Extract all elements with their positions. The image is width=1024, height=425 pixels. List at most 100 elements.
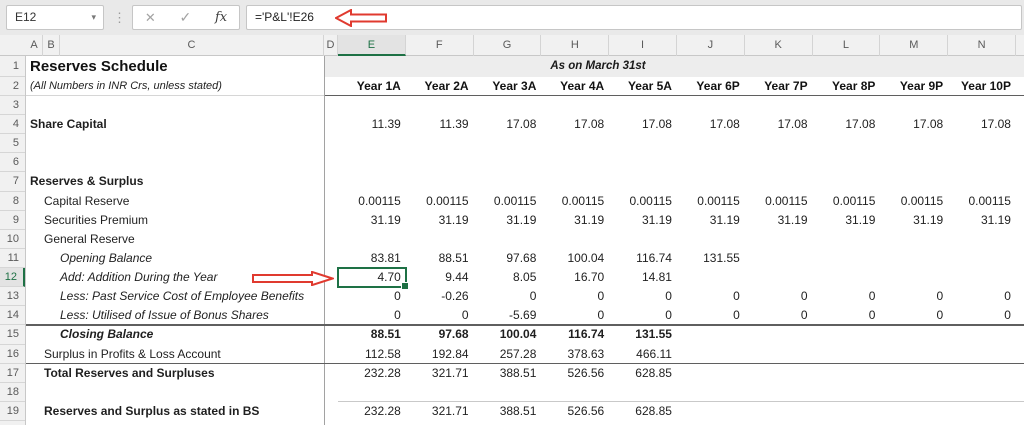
cell-F11[interactable]: 88.51 [406, 249, 474, 268]
cell-N8[interactable]: 0.00115 [948, 192, 1016, 211]
cell-H4[interactable]: 17.08 [541, 115, 609, 134]
cell-E4[interactable]: 11.39 [338, 115, 406, 134]
cell-I11[interactable]: 116.74 [609, 249, 677, 268]
cell-H12[interactable]: 16.70 [541, 268, 609, 287]
cell-J8[interactable]: 0.00115 [677, 192, 745, 211]
fill-handle[interactable] [401, 282, 409, 291]
row-label-8[interactable]: Capital Reserve [44, 192, 129, 211]
cell-I13[interactable]: 0 [609, 287, 677, 306]
cell-H19[interactable]: 526.56 [541, 402, 609, 421]
cell-J9[interactable]: 31.19 [677, 211, 745, 230]
cell-F2[interactable]: Year 2A [406, 77, 474, 96]
cell-E8[interactable]: 0.00115 [338, 192, 406, 211]
cell-K2[interactable]: Year 7P [745, 77, 813, 96]
selected-cell-outline[interactable] [336, 266, 409, 291]
cell-N9[interactable]: 31.19 [948, 211, 1016, 230]
cell-K8[interactable]: 0.00115 [745, 192, 813, 211]
cell-I19[interactable]: 628.85 [609, 402, 677, 421]
cell-G12[interactable]: 8.05 [474, 268, 542, 287]
cell-E2[interactable]: Year 1A [338, 77, 406, 96]
cell-H17[interactable]: 526.56 [541, 364, 609, 383]
row-label-16[interactable]: Surplus in Profits & Loss Account [44, 345, 221, 364]
row-label-11[interactable]: Opening Balance [60, 249, 152, 268]
row-label-14[interactable]: Less: Utilised of Issue of Bonus Shares [60, 306, 269, 325]
cell-L13[interactable]: 0 [813, 287, 881, 306]
row-label-13[interactable]: Less: Past Service Cost of Employee Bene… [60, 287, 304, 306]
cell-G17[interactable]: 388.51 [474, 364, 542, 383]
cell-G16[interactable]: 257.28 [474, 345, 542, 364]
cell-L9[interactable]: 31.19 [813, 211, 881, 230]
cell-H2[interactable]: Year 4A [541, 77, 609, 96]
cell-M4[interactable]: 17.08 [880, 115, 948, 134]
cell-E15[interactable]: 88.51 [338, 325, 406, 344]
cell-J4[interactable]: 17.08 [677, 115, 745, 134]
cell-E16[interactable]: 112.58 [338, 345, 406, 364]
cell-G8[interactable]: 0.00115 [474, 192, 542, 211]
cell-G4[interactable]: 17.08 [474, 115, 542, 134]
row-label-10[interactable]: General Reserve [44, 230, 135, 249]
cell-F14[interactable]: 0 [406, 306, 474, 325]
cell-I17[interactable]: 628.85 [609, 364, 677, 383]
cell-H13[interactable]: 0 [541, 287, 609, 306]
cell-E19[interactable]: 232.28 [338, 402, 406, 421]
cell-H16[interactable]: 378.63 [541, 345, 609, 364]
cell-L2[interactable]: Year 8P [813, 77, 881, 96]
cell-J13[interactable]: 0 [677, 287, 745, 306]
cell-G13[interactable]: 0 [474, 287, 542, 306]
cell-E13[interactable]: 0 [338, 287, 406, 306]
cell-F9[interactable]: 31.19 [406, 211, 474, 230]
row-label-12[interactable]: Add: Addition During the Year [60, 268, 217, 287]
cell-M9[interactable]: 31.19 [880, 211, 948, 230]
cell-E11[interactable]: 83.81 [338, 249, 406, 268]
cell-M14[interactable]: 0 [880, 306, 948, 325]
cell-E9[interactable]: 31.19 [338, 211, 406, 230]
cell-F13[interactable]: -0.26 [406, 287, 474, 306]
as-on-banner[interactable]: As on March 31st [338, 56, 858, 77]
cell-G15[interactable]: 100.04 [474, 325, 542, 344]
cell-F4[interactable]: 11.39 [406, 115, 474, 134]
cell-G11[interactable]: 97.68 [474, 249, 542, 268]
cell-N4[interactable]: 17.08 [948, 115, 1016, 134]
cell-G2[interactable]: Year 3A [474, 77, 542, 96]
cell-I2[interactable]: Year 5A [609, 77, 677, 96]
row-label-4[interactable]: Share Capital [30, 115, 107, 134]
cell-G19[interactable]: 388.51 [474, 402, 542, 421]
cell-M13[interactable]: 0 [880, 287, 948, 306]
cell-M8[interactable]: 0.00115 [880, 192, 948, 211]
cell-H14[interactable]: 0 [541, 306, 609, 325]
cell-I14[interactable]: 0 [609, 306, 677, 325]
cell-H15[interactable]: 116.74 [541, 325, 609, 344]
cell-F17[interactable]: 321.71 [406, 364, 474, 383]
cell-I15[interactable]: 131.55 [609, 325, 677, 344]
row-label-9[interactable]: Securities Premium [44, 211, 148, 230]
cell-K9[interactable]: 31.19 [745, 211, 813, 230]
cell-M2[interactable]: Year 9P [880, 77, 948, 96]
cell-J11[interactable]: 131.55 [677, 249, 745, 268]
cell-F16[interactable]: 192.84 [406, 345, 474, 364]
cell-I4[interactable]: 17.08 [609, 115, 677, 134]
page-title[interactable]: Reserves Schedule [30, 56, 168, 77]
cell-K13[interactable]: 0 [745, 287, 813, 306]
cell-K4[interactable]: 17.08 [745, 115, 813, 134]
cell-K14[interactable]: 0 [745, 306, 813, 325]
cell-G14[interactable]: -5.69 [474, 306, 542, 325]
row-label-7[interactable]: Reserves & Surplus [30, 172, 143, 191]
cell-I9[interactable]: 31.19 [609, 211, 677, 230]
cell-H9[interactable]: 31.19 [541, 211, 609, 230]
row-label-17[interactable]: Total Reserves and Surpluses [44, 364, 215, 383]
cell-I8[interactable]: 0.00115 [609, 192, 677, 211]
cell-L8[interactable]: 0.00115 [813, 192, 881, 211]
cell-F8[interactable]: 0.00115 [406, 192, 474, 211]
row-label-19[interactable]: Reserves and Surplus as stated in BS [44, 402, 259, 421]
cell-I16[interactable]: 466.11 [609, 345, 677, 364]
cell-F15[interactable]: 97.68 [406, 325, 474, 344]
cell-N13[interactable]: 0 [948, 287, 1016, 306]
cell-E17[interactable]: 232.28 [338, 364, 406, 383]
row-label-15[interactable]: Closing Balance [60, 325, 153, 344]
cell-L4[interactable]: 17.08 [813, 115, 881, 134]
cell-G9[interactable]: 31.19 [474, 211, 542, 230]
cell-H11[interactable]: 100.04 [541, 249, 609, 268]
cell-I12[interactable]: 14.81 [609, 268, 677, 287]
cell-J2[interactable]: Year 6P [677, 77, 745, 96]
cell-N2[interactable]: Year 10P [948, 77, 1016, 96]
